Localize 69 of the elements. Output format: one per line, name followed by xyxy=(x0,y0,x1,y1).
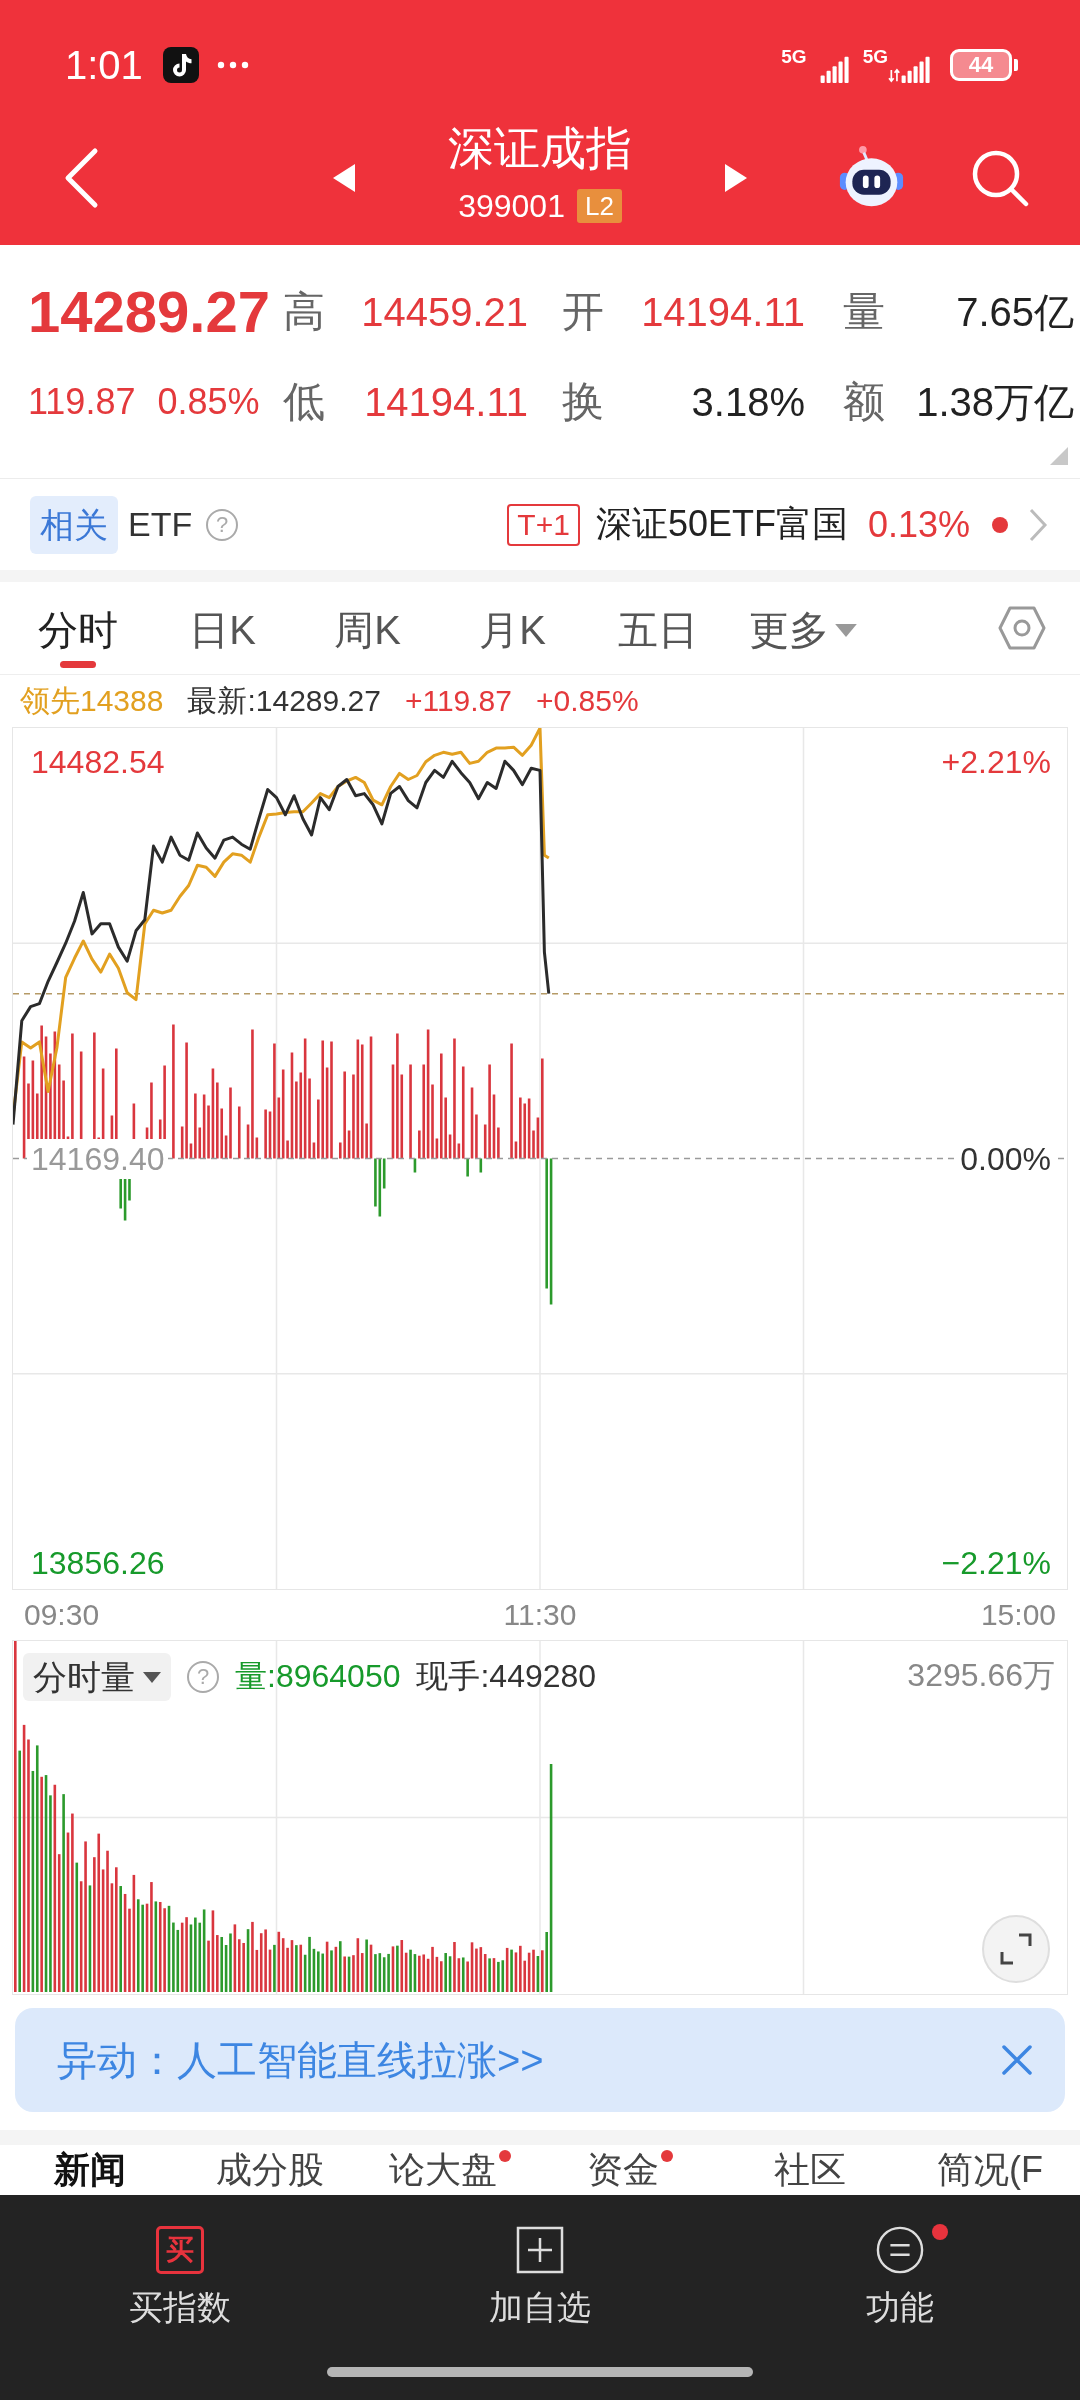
axis-time-label: 09:30 xyxy=(24,1597,100,1633)
fullscreen-icon[interactable] xyxy=(981,1914,1051,1984)
related-tag: 相关 xyxy=(30,495,118,554)
quote-field-label: 开 xyxy=(562,288,605,336)
etf-label: ETF xyxy=(128,505,193,544)
index-code: 399001 xyxy=(458,188,565,224)
axis-time-label: 15:00 xyxy=(980,1597,1056,1633)
chart-tab[interactable]: 更多 xyxy=(730,582,875,674)
news-tab[interactable]: 论大盘 xyxy=(389,2148,511,2192)
network-type-label: 5G xyxy=(781,47,807,67)
chart-tab[interactable]: 分时 xyxy=(5,582,150,674)
axis-time-label: 11:30 xyxy=(503,1597,577,1633)
close-icon[interactable] xyxy=(1001,2044,1033,2076)
price-change: 119.87 xyxy=(28,381,136,423)
volume-value: 量:8964050 xyxy=(235,1657,401,1696)
quote-field-label: 换 xyxy=(562,378,605,426)
change-percent-value: +0.85% xyxy=(535,684,639,718)
quote-field-value: 14194.11 xyxy=(641,289,805,335)
menu-icon xyxy=(876,2226,924,2274)
quote-field-label: 高 xyxy=(283,288,326,336)
axis-price-label: 14169.40 xyxy=(27,1138,169,1179)
level-badge: L2 xyxy=(576,189,622,223)
volume-max-label: 3295.66万 xyxy=(907,1656,1055,1695)
add-icon xyxy=(516,2226,564,2274)
news-tab[interactable]: 资金 xyxy=(587,2148,673,2192)
current-hand-value: 现手:449280 xyxy=(416,1657,597,1696)
previous-triangle-icon[interactable] xyxy=(333,163,355,192)
fund-name[interactable]: 深证50ETF富国 xyxy=(595,500,848,549)
latest-price-value: 最新:14289.27 xyxy=(187,682,381,719)
quote-field-label: 低 xyxy=(283,378,326,426)
quote-field-value: 7.65亿 xyxy=(956,289,1074,335)
signal-icon xyxy=(888,55,932,83)
toolbar-button[interactable]: 功能 xyxy=(836,2225,964,2327)
news-tab[interactable]: 新闻 xyxy=(54,2148,126,2192)
caret-icon xyxy=(834,623,857,637)
down-tick-bar xyxy=(466,1158,469,1177)
leading-index-value: 领先14388 xyxy=(20,682,164,719)
quote-field-label: 量 xyxy=(843,288,886,336)
toolbar-button[interactable]: 买 买指数 xyxy=(99,2225,261,2327)
quote-field-value: 1.38万亿 xyxy=(916,379,1074,425)
chart-tab[interactable]: 周K xyxy=(295,582,440,674)
news-tab[interactable]: 成分股 xyxy=(216,2148,324,2192)
down-tick-bar xyxy=(479,1158,483,1173)
fund-change: 0.13% xyxy=(867,503,970,546)
quote-field-value: 14459.21 xyxy=(361,289,528,335)
last-price: 14289.27 xyxy=(28,279,271,345)
change-value: +119.87 xyxy=(404,684,512,718)
settings-icon[interactable] xyxy=(998,606,1046,650)
next-triangle-icon[interactable] xyxy=(725,163,747,192)
price-change-percent: 0.85% xyxy=(157,381,260,423)
quote-field-label: 额 xyxy=(843,378,886,426)
caret-icon xyxy=(143,1671,161,1683)
down-tick-bar xyxy=(413,1158,417,1173)
quote-field-value: 3.18% xyxy=(691,379,805,425)
index-title: 深证成指 xyxy=(448,122,632,174)
news-tab[interactable]: 简况(F xyxy=(937,2148,1043,2192)
status-time: 1:01 xyxy=(65,42,143,88)
buy-icon: 买 xyxy=(156,2226,204,2274)
toolbar-button[interactable]: 加自选 xyxy=(459,2225,621,2327)
more-dots-icon xyxy=(216,61,249,69)
volume-mode-dropdown[interactable]: 分时量 xyxy=(23,1653,171,1701)
settlement-tag: T+1 xyxy=(507,503,580,546)
news-tab[interactable]: 社区 xyxy=(774,2148,846,2192)
quote-field-value: 14194.11 xyxy=(364,379,528,425)
chart-tab[interactable]: 月K xyxy=(440,582,585,674)
chart-tab[interactable]: 日K xyxy=(150,582,295,674)
chart-tab[interactable]: 五日 xyxy=(585,582,730,674)
music-note-app-icon xyxy=(162,47,199,83)
network-type-label: 5G xyxy=(862,47,888,67)
